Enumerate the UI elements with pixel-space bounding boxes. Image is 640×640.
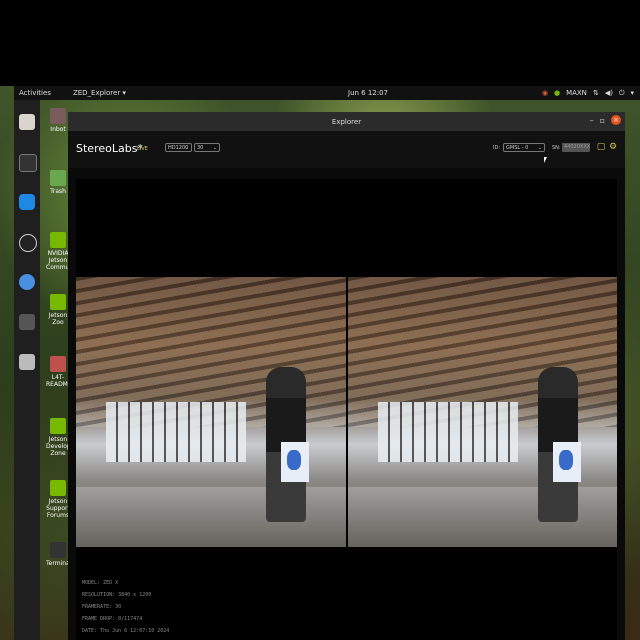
fps-select[interactable]: 30 ⌄ <box>194 143 220 152</box>
meta-frame-drop: FRAME DROP: 0/117474 <box>82 616 143 622</box>
meta-date: DATE: Thu Jun 6 12:07:10 2024 <box>82 628 170 634</box>
power-mode[interactable]: MAXN <box>566 89 587 97</box>
desktop-icon-trash[interactable]: Trash <box>46 170 70 195</box>
chevron-down-icon: ⌄ <box>184 145 189 151</box>
maximize-button[interactable]: ▫ <box>600 116 605 125</box>
explorer-window: Explorer – ▫ × StereoLabs* LIVE HD1200 ⌄ … <box>68 112 625 640</box>
serial-field: 44020XXX <box>562 143 591 152</box>
volume-icon[interactable]: ◀) <box>605 89 613 97</box>
obs-icon[interactable] <box>19 234 37 252</box>
sn-label: SN: <box>552 145 561 151</box>
drive-icon[interactable] <box>19 354 35 370</box>
meta-framerate: FRAMERATE: 30 <box>82 604 122 610</box>
nvidia-power-icon[interactable]: ● <box>554 89 560 97</box>
settings-gear-icon[interactable]: ⚙ <box>608 142 618 152</box>
desktop-icon-forums[interactable]: Jetson Support Forums <box>46 480 70 519</box>
chromium-icon[interactable] <box>19 274 35 290</box>
meta-model: MODEL: ZED X <box>82 580 119 586</box>
camera-select[interactable]: GMSL - 0 ⌄ <box>503 143 545 152</box>
desktop-icon-readme[interactable]: L4T-README <box>46 356 72 388</box>
desktop-icon-community[interactable]: NVIDIA Jetson Community <box>46 232 81 271</box>
power-icon[interactable]: ⏻ <box>619 89 625 98</box>
files-icon[interactable] <box>19 114 35 130</box>
camera-metadata: MODEL: ZED X RESOLUTION: 3840 x 1200 FRA… <box>82 577 169 637</box>
dock <box>14 100 40 640</box>
clock[interactable]: Jun 6 12:07 <box>348 89 388 97</box>
desktop-icon-terminal[interactable]: Terminal <box>46 542 71 567</box>
meta-resolution: RESOLUTION: 3840 x 1200 <box>82 592 152 598</box>
chevron-down-icon: ⌄ <box>537 145 542 151</box>
stereo-video-feed <box>76 277 617 547</box>
record-icon[interactable]: ▢ <box>596 142 606 152</box>
window-titlebar[interactable]: Explorer – ▫ × <box>68 112 625 131</box>
desktop-icon-devzone[interactable]: Jetson Developer Zone <box>46 418 77 457</box>
system-top-bar: Activities ZED_Explorer ▾ Jun 6 12:07 ◉ … <box>14 86 640 100</box>
chrome-icon[interactable]: ◉ <box>542 89 548 97</box>
right-camera-frame <box>347 277 617 547</box>
app-toolbar: StereoLabs* LIVE HD1200 ⌄ 30 ⌄ ID: GMSL - … <box>68 131 625 168</box>
chevron-down-icon: ⌄ <box>212 145 217 151</box>
video-viewer: MODEL: ZED X RESOLUTION: 3840 x 1200 FRA… <box>76 179 617 640</box>
terminal-icon[interactable] <box>19 154 37 172</box>
id-label: ID: <box>493 145 501 151</box>
network-icon[interactable]: ⇅ <box>593 89 599 97</box>
desktop-icon-zoo[interactable]: Jetson Zoo <box>46 294 70 326</box>
resolution-select[interactable]: HD1200 ⌄ <box>165 143 192 152</box>
menu-chevron-icon[interactable]: ▾ <box>630 89 634 97</box>
mouse-cursor <box>544 157 547 163</box>
brand-logo: StereoLabs* <box>76 142 143 155</box>
left-camera-frame <box>76 277 346 547</box>
window-title: Explorer <box>331 117 362 126</box>
app-menu[interactable]: ZED_Explorer ▾ <box>73 89 126 97</box>
app-running-icon[interactable] <box>19 314 35 330</box>
minimize-button[interactable]: – <box>590 116 594 125</box>
desktop-icon-inbot[interactable]: Inbot <box>46 108 70 133</box>
activities-button[interactable]: Activities <box>19 89 51 97</box>
vscode-icon[interactable] <box>19 194 35 210</box>
close-button[interactable]: × <box>611 115 621 125</box>
live-badge: LIVE <box>137 146 148 152</box>
